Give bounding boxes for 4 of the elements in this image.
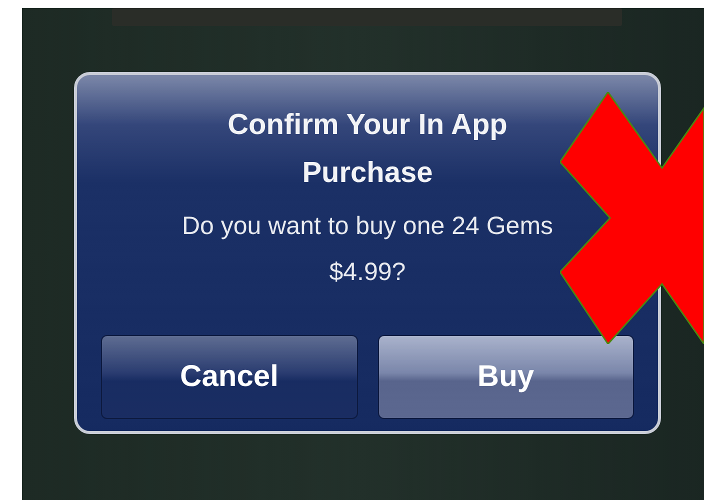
alert-message: Do you want to buy one 24 Gems $4.99? xyxy=(182,211,554,288)
buy-button[interactable]: Buy xyxy=(378,335,634,419)
alert-title: Confirm Your In App Purchase xyxy=(228,108,508,191)
cancel-button[interactable]: Cancel xyxy=(101,335,358,419)
